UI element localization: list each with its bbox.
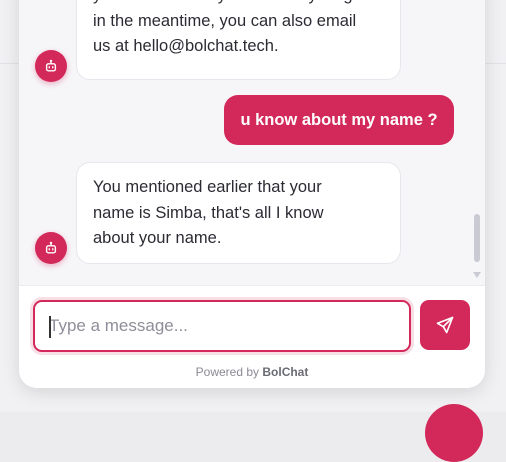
message-line: about your name.	[93, 226, 384, 252]
scroll-down-arrow[interactable]	[473, 272, 481, 278]
message-composer: Powered by BolChat	[19, 285, 485, 388]
chat-widget: your business. If you need anything in t…	[19, 0, 485, 388]
bot-avatar	[35, 232, 67, 264]
message-input-wrapper[interactable]	[33, 300, 411, 352]
robot-icon	[44, 59, 58, 73]
bot-message: You mentioned earlier that your name is …	[76, 162, 401, 264]
message-line: in the meantime, you can also email	[93, 9, 384, 35]
scrollbar-thumb[interactable]	[474, 214, 480, 262]
chat-launcher-button[interactable]	[425, 404, 483, 462]
user-message: u know about my name ?	[224, 95, 454, 145]
robot-icon	[44, 241, 58, 255]
message-list[interactable]: your business. If you need anything in t…	[19, 0, 485, 285]
message-line: You mentioned earlier that your	[93, 175, 384, 201]
brand-link[interactable]: BolChat	[262, 365, 308, 379]
powered-by-prefix: Powered by	[196, 365, 259, 379]
powered-by: Powered by BolChat	[19, 365, 485, 379]
message-line: name is Simba, that's all I know	[93, 201, 384, 227]
send-button[interactable]	[420, 300, 470, 350]
message-line: us at hello@bolchat.tech.	[93, 34, 384, 60]
text-caret	[49, 316, 51, 338]
bot-message: your business. If you need anything in t…	[76, 0, 401, 80]
message-scrollbar[interactable]	[473, 208, 481, 280]
message-line: your business. If you need anything	[93, 0, 384, 9]
bot-avatar	[35, 50, 67, 82]
message-input[interactable]	[35, 302, 409, 350]
send-icon	[435, 315, 455, 335]
